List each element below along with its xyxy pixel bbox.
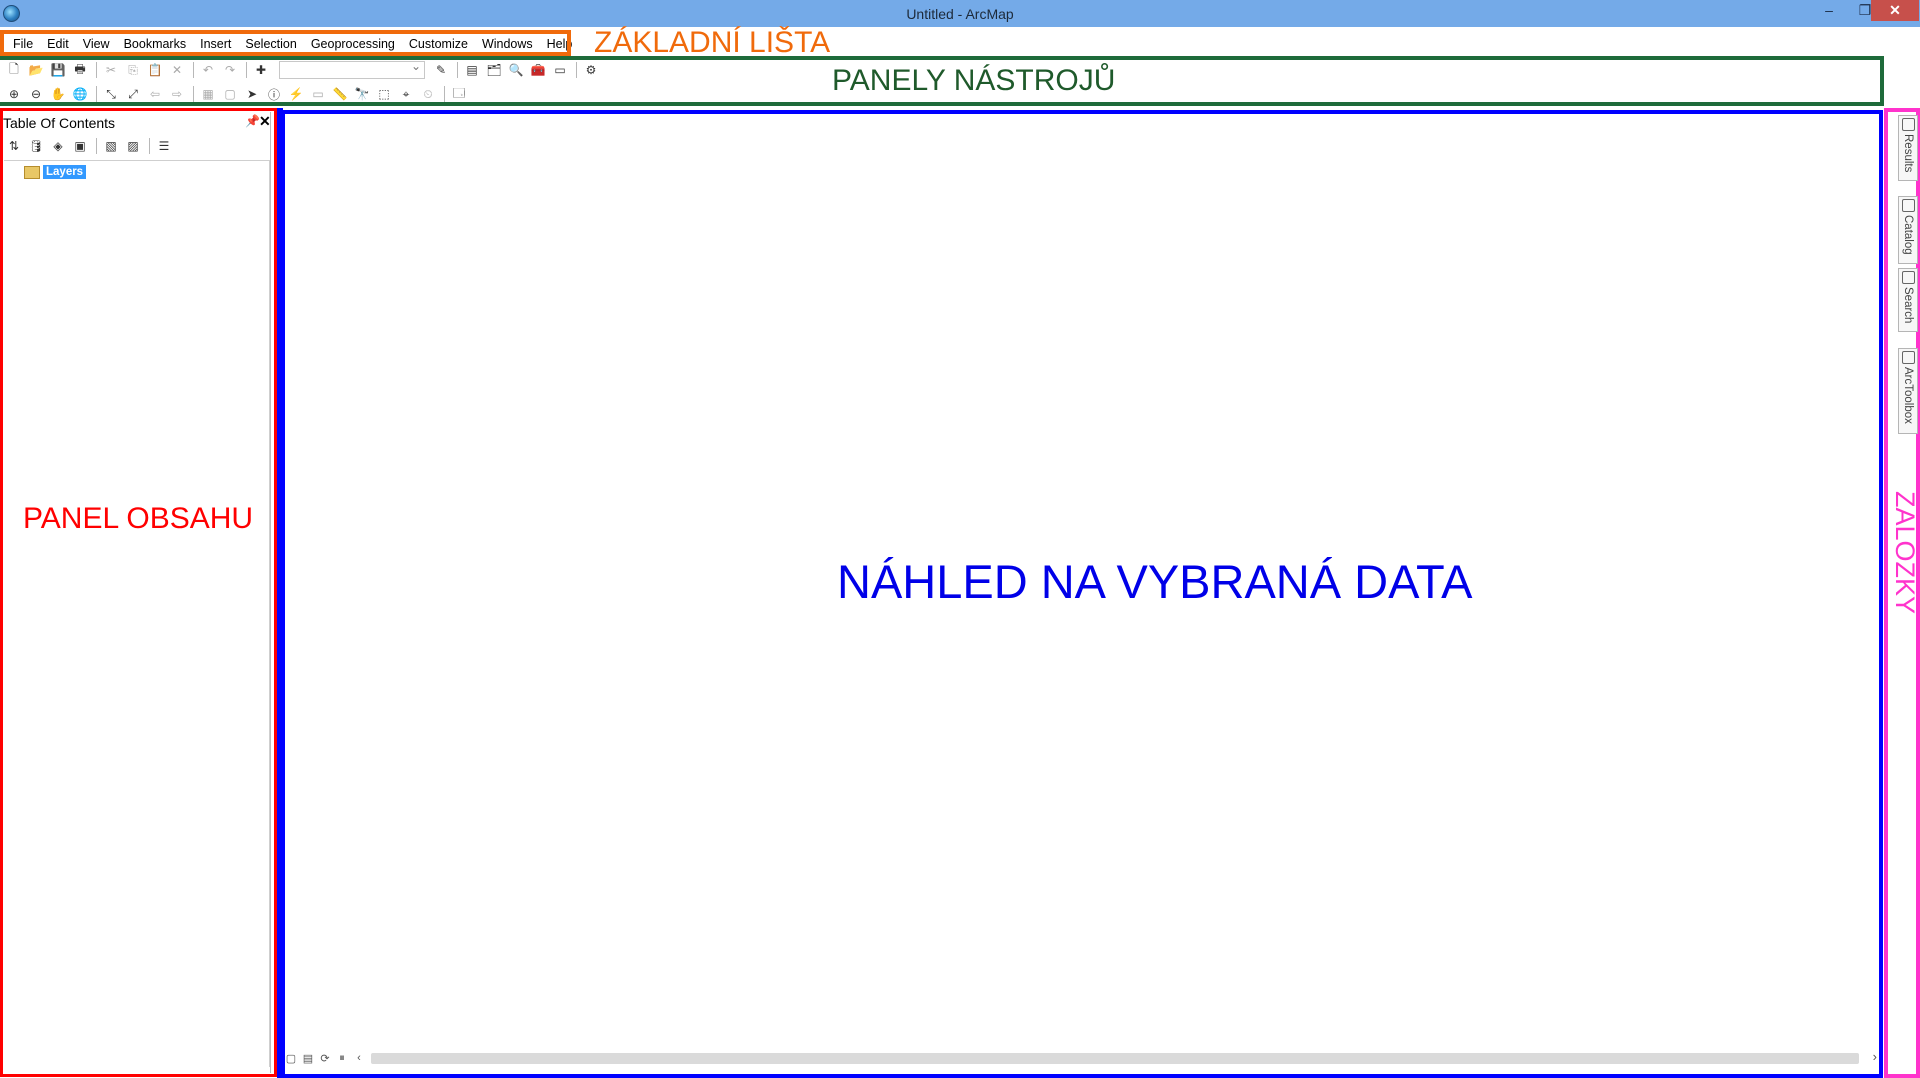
- scroll-right-icon[interactable]: ›: [1873, 1049, 1877, 1064]
- dock-tab-catalog[interactable]: Catalog: [1898, 196, 1918, 264]
- contents-panel-highlight: [0, 108, 277, 1077]
- data-view-annotation: NÁHLED NA VYBRANÁ DATA: [837, 555, 1473, 608]
- layout-view-toggle-icon[interactable]: ▤: [302, 1052, 314, 1065]
- data-view-toggle-icon[interactable]: ▢: [285, 1052, 297, 1065]
- menu-bar-highlight: [0, 30, 571, 56]
- search-icon: [1901, 271, 1915, 284]
- results-icon: [1901, 118, 1915, 131]
- dock-tab-results[interactable]: Results: [1898, 115, 1918, 181]
- minimize-button[interactable]: ‒: [1812, 0, 1846, 21]
- window-title: Untitled - ArcMap: [906, 6, 1014, 22]
- arctoolbox-icon: [1901, 351, 1915, 364]
- catalog-icon: [1901, 199, 1915, 212]
- close-window-button[interactable]: ✕: [1871, 0, 1919, 21]
- horizontal-scrollbar[interactable]: [371, 1053, 1859, 1064]
- scroll-left-icon[interactable]: ‹: [353, 1052, 365, 1064]
- dock-tab-search[interactable]: Search: [1898, 268, 1918, 332]
- dock-tab-arctoolbox-label: ArcToolbox: [1902, 367, 1914, 424]
- toolbars-annotation: PANELY NÁSTROJŮ: [832, 64, 1116, 97]
- refresh-icon[interactable]: ⟳: [319, 1052, 331, 1065]
- contents-panel-annotation: PANEL OBSAHU: [23, 502, 254, 535]
- tabs-annotation: ZÁLOŽKY: [1890, 491, 1920, 615]
- dock-tab-search-label: Search: [1902, 287, 1914, 324]
- dock-tab-catalog-label: Catalog: [1902, 215, 1914, 255]
- title-bar: Untitled - ArcMap ‒ ❐ ✕: [0, 0, 1920, 27]
- map-status-strip: ▢ ▤ ⟳ ⏸ ‹ ›: [285, 1048, 1879, 1068]
- pause-drawing-icon[interactable]: ⏸: [336, 1052, 348, 1064]
- menu-bar-annotation: ZÁKLADNÍ LIŠTA: [594, 26, 831, 59]
- dock-tab-arctoolbox[interactable]: ArcToolbox: [1898, 348, 1918, 434]
- dock-tab-results-label: Results: [1902, 134, 1914, 173]
